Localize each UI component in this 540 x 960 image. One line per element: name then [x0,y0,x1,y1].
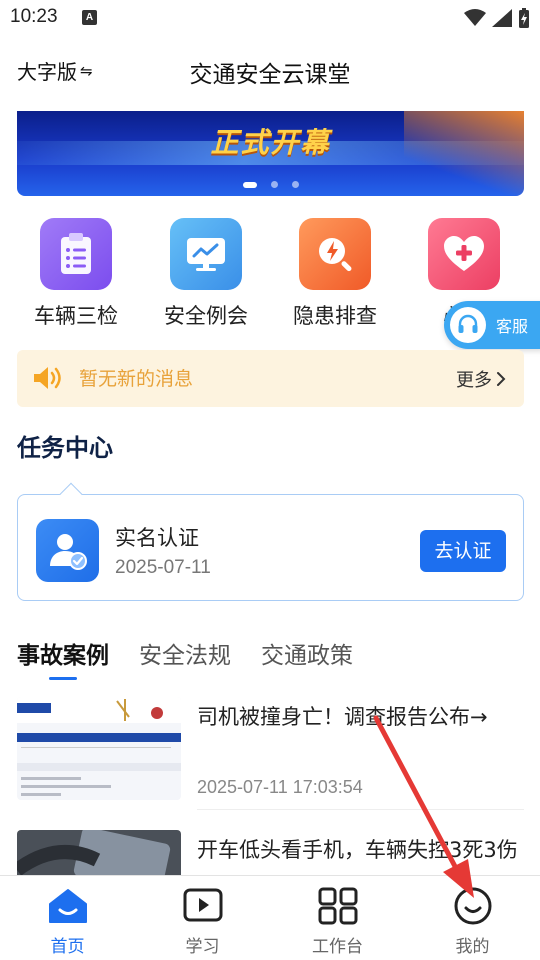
nav-home[interactable]: 首页 [0,876,135,960]
lightning-search-icon [299,218,371,290]
customer-service-label: 客服 [496,317,529,336]
speaker-icon [34,367,61,389]
quick-action-vehicle-check[interactable]: 车辆三检 [21,218,131,330]
battery-icon [519,8,529,28]
header: 大字版 ⇋ 交通安全云课堂 [0,46,540,94]
nav-label: 工作台 [312,937,363,957]
nav-label: 我的 [455,937,490,957]
card-notch [59,482,83,506]
page-title: 交通安全云课堂 [189,62,351,88]
article-item[interactable]: 司机被撞身亡！调查报告公布→ 2025-07-11 17:03:54 [17,697,524,817]
quick-action-safety-meeting[interactable]: 安全例会 [151,218,261,330]
carousel-dot[interactable] [270,181,278,188]
tab-safety-regulations[interactable]: 安全法规 [139,636,231,680]
banner-headline: 正式开幕 [210,126,331,159]
heart-plus-icon [428,218,500,290]
nav-workbench[interactable]: 工作台 [270,876,405,960]
divider [197,809,524,810]
nav-profile[interactable]: 我的 [405,876,540,960]
home-icon [0,886,135,926]
grid-apps-icon [270,886,405,926]
smile-profile-icon [405,886,540,926]
notice-bar[interactable]: 暂无新的消息 更多 [17,350,524,407]
nav-label: 首页 [50,937,85,957]
quick-action-label: 安全例会 [164,304,248,328]
task-center-title: 任务中心 [17,434,113,462]
headset-icon [450,307,486,343]
task-card[interactable]: 实名认证 2025-07-11 去认证 [17,482,524,601]
article-item[interactable]: 开车低头看手机，车辆失控3死3伤 [17,830,524,933]
notification-a-icon: A [82,10,97,25]
customer-service-button[interactable]: 客服 [444,301,540,349]
article-thumbnail [17,697,181,800]
article-title: 司机被撞身亡！调查报告公布→ [197,705,488,729]
status-indicators [464,6,530,30]
content-tabs: 事故案例 安全法规 交通政策 [17,636,383,680]
notice-message: 暂无新的消息 [79,368,194,390]
clipboard-checklist-icon [40,218,112,290]
tab-traffic-policy[interactable]: 交通政策 [261,636,353,680]
article-title: 开车低头看手机，车辆失控3死3伤 [197,838,518,862]
user-verified-icon [36,519,99,582]
banner-carousel[interactable]: 正式开幕 [17,111,524,196]
signal-icon [492,9,512,27]
task-name: 实名认证 [115,526,199,550]
quick-action-label: 车辆三检 [34,304,118,328]
chevron-right-icon [497,372,506,386]
carousel-dot[interactable] [291,181,299,188]
verify-button[interactable]: 去认证 [420,530,506,572]
status-time: 10:23 [10,6,58,27]
article-date: 2025-07-11 17:03:54 [197,777,363,797]
quick-action-label: 隐患排查 [293,304,377,328]
notice-more-link[interactable]: 更多 [456,366,506,392]
status-bar: 10:23 A [0,0,540,36]
quick-action-hazard-check[interactable]: 隐患排查 [280,218,390,330]
more-label: 更多 [456,370,492,391]
nav-study[interactable]: 学习 [135,876,270,960]
play-video-icon [135,886,270,926]
chart-screen-icon [170,218,242,290]
nav-label: 学习 [185,937,220,957]
carousel-dot[interactable] [242,181,257,188]
wifi-icon [464,9,486,26]
bottom-navigation: 首页 学习 工作台 我的 [0,875,540,960]
carousel-indicator [17,181,524,188]
task-date: 2025-07-11 [115,557,211,578]
tab-accident-cases[interactable]: 事故案例 [17,636,109,680]
